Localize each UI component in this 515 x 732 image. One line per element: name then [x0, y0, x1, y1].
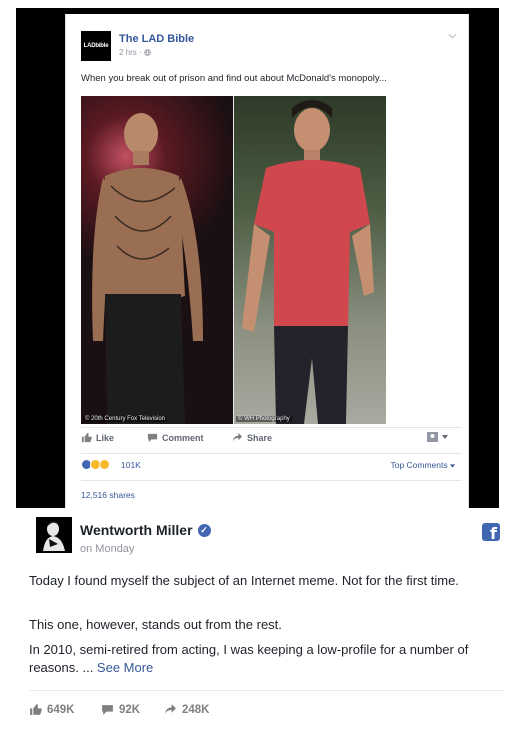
embedded-like-button[interactable]: Like	[81, 432, 114, 443]
facebook-logo-icon[interactable]: f	[482, 523, 500, 541]
shares-stat[interactable]: 248K	[164, 703, 210, 716]
embedded-action-bar: Like Comment Share	[81, 432, 461, 448]
see-more-link[interactable]: See More	[97, 660, 153, 675]
likes-stat[interactable]: 649K	[29, 703, 75, 716]
chevron-down-icon	[450, 464, 455, 468]
red-shirt-man-photo	[234, 96, 386, 424]
embedded-comment-button[interactable]: Comment	[147, 432, 204, 443]
embedded-share-count[interactable]: 12,516 shares	[81, 490, 135, 500]
author-avatar[interactable]	[36, 517, 72, 553]
globe-icon	[144, 49, 151, 56]
tattooed-man-photo	[81, 96, 233, 424]
author-name: Wentworth Miller	[80, 522, 193, 538]
embedded-comment-label: Comment	[162, 432, 204, 443]
photo-credit-right: © WH Photography	[236, 416, 292, 422]
likes-count: 649K	[47, 703, 75, 716]
page-name-link[interactable]: The LAD Bible	[119, 33, 194, 45]
embedded-like-label: Like	[96, 432, 115, 443]
embedded-reaction-summary: 101K Top Comments	[81, 459, 461, 473]
embedded-post-photo[interactable]: © 20th Century Fox Television © WH Photo…	[81, 96, 386, 424]
post-paragraph-3: In 2010, semi-retired from acting, I was…	[29, 641, 499, 677]
audience-selector[interactable]	[427, 432, 449, 444]
post-paragraph-2: This one, however, stands out from the r…	[29, 617, 282, 632]
avatar-dropdown-icon	[427, 432, 448, 442]
embedded-post-time[interactable]: 2 hrs ·	[119, 48, 144, 57]
embedded-divider-top	[81, 427, 461, 428]
red-shirt-man-figure	[242, 100, 374, 424]
post-options-chevron-icon[interactable]	[448, 31, 457, 42]
embedded-share-button[interactable]: Share	[232, 432, 272, 443]
author-name-link[interactable]: Wentworth Miller ✓	[80, 522, 211, 538]
embedded-divider-mid	[81, 453, 461, 454]
share-arrow-icon	[165, 704, 176, 714]
verified-badge-icon: ✓	[197, 523, 211, 537]
ladbible-logo[interactable]: LADbible	[81, 31, 111, 61]
post-paragraph-1: Today I found myself the subject of an I…	[29, 573, 459, 588]
share-arrow-icon	[232, 432, 243, 442]
reaction-icons[interactable]	[81, 459, 110, 470]
comment-icon	[102, 705, 113, 715]
embedded-post-header: LADbible The LAD Bible 2 hrs ·	[81, 31, 461, 61]
thumbs-up-icon	[30, 704, 42, 715]
comments-stat[interactable]: 92K	[101, 703, 140, 716]
comment-icon	[147, 433, 158, 443]
thumbs-up-icon	[81, 432, 92, 443]
wow-reaction-icon	[99, 459, 110, 470]
embedded-divider-bottom	[81, 480, 461, 481]
embedded-facebook-post: LADbible The LAD Bible 2 hrs · When you …	[65, 14, 469, 508]
tattooed-man-figure	[92, 113, 203, 424]
embedded-post-text: When you break out of prison and find ou…	[81, 73, 387, 84]
post-paragraph-3-text: In 2010, semi-retired from acting, I was…	[29, 642, 469, 675]
author-avatar-image	[36, 517, 72, 553]
comments-count: 92K	[119, 703, 141, 716]
shares-count: 248K	[182, 703, 210, 716]
top-comments-selector[interactable]: Top Comments	[390, 460, 455, 470]
photo-credit-left: © 20th Century Fox Television	[83, 416, 168, 422]
reaction-count[interactable]: 101K	[121, 460, 141, 470]
embedded-share-label: Share	[247, 432, 273, 443]
top-comments-label: Top Comments	[390, 460, 450, 470]
post-divider	[29, 690, 504, 691]
embedded-post-meta: 2 hrs ·	[119, 48, 151, 57]
post-timestamp[interactable]: on Monday	[80, 543, 134, 555]
